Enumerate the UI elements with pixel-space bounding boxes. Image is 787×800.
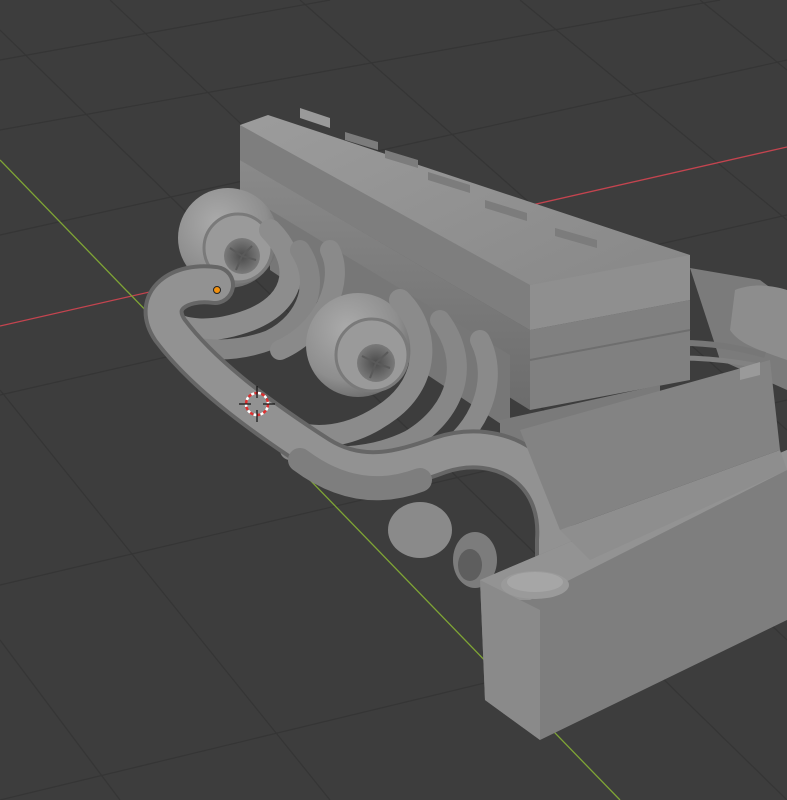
3d-viewport[interactable] xyxy=(0,0,787,800)
downpipe xyxy=(388,502,497,588)
engine-model[interactable] xyxy=(143,108,787,740)
outlet-flange xyxy=(501,571,569,599)
viewport-canvas[interactable] xyxy=(0,0,787,800)
object-origin xyxy=(213,286,221,294)
